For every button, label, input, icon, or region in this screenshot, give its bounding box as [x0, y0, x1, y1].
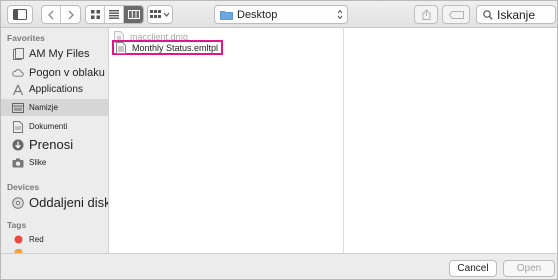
open-button[interactable]: Open	[503, 260, 555, 277]
cloud-icon	[12, 67, 24, 79]
share-button[interactable]	[414, 5, 438, 24]
sidebar-item-label: Dokumenti	[29, 122, 68, 131]
location-dropdown[interactable]: Desktop	[214, 5, 348, 24]
favorites-heading: Favorites	[7, 33, 45, 43]
search-placeholder: Iskanje	[497, 7, 536, 22]
red-tag-dot-icon	[12, 234, 24, 246]
downloads-icon	[12, 139, 24, 151]
list-view-button[interactable]	[105, 6, 124, 23]
sidebar-item-label: Red	[29, 235, 44, 244]
sidebar-item-label: Applications	[29, 84, 83, 95]
all-my-files-icon	[12, 47, 24, 60]
file-column-desktop: macclient.dmg Monthly Status.emltpl	[110, 28, 344, 253]
cancel-button[interactable]: Cancel	[449, 260, 497, 277]
view-mode-selector	[85, 5, 144, 24]
tag-icon	[448, 10, 464, 19]
sidebar-item-label: Oddaljeni disk	[29, 195, 109, 210]
sidebar-item-label: AM My Files	[29, 47, 90, 60]
applications-icon	[12, 84, 24, 96]
documents-icon	[12, 120, 24, 133]
back-button[interactable]	[42, 6, 61, 23]
sidebar: Favorites AM My Files Pogon v oblaku App…	[1, 28, 109, 253]
sidebar-item-all-my-files[interactable]: AM My Files	[1, 45, 108, 62]
sidebar-item-cloud-drive[interactable]: Pogon v oblaku	[1, 64, 108, 81]
sidebar-item-tag-red[interactable]: Red	[1, 231, 108, 248]
camera-icon	[12, 157, 24, 169]
chevron-left-icon	[48, 10, 54, 19]
share-icon	[422, 9, 430, 20]
email-template-file-icon	[116, 41, 126, 54]
arrange-button[interactable]	[147, 5, 173, 24]
tags-button[interactable]	[442, 5, 470, 24]
sidebar-item-downloads[interactable]: Prenosi	[1, 136, 108, 153]
sidebar-toggle-button[interactable]	[7, 5, 33, 24]
sidebar-item-label: Pogon v oblaku	[29, 66, 105, 79]
folder-icon	[220, 10, 233, 20]
grid-view-icon	[90, 10, 100, 19]
desktop-icon	[12, 102, 24, 114]
sidebar-item-label: Slike	[29, 158, 47, 167]
sidebar-item-label: Namizje	[29, 103, 58, 112]
sidebar-item-applications[interactable]: Applications	[1, 81, 108, 98]
file-item-monthly-status[interactable]: Monthly Status.emltpl	[112, 40, 224, 55]
file-column-empty	[345, 28, 557, 253]
sidebar-item-documents[interactable]: Dokumenti	[1, 118, 108, 135]
tags-heading: Tags	[7, 220, 27, 230]
history-nav	[41, 5, 81, 24]
arrange-grid-icon	[150, 10, 161, 18]
search-icon	[483, 9, 493, 20]
location-label: Desktop	[237, 8, 278, 21]
sidebar-icon	[13, 9, 27, 20]
open-file-dialog: Desktop Iskanje Favorites AM My Files Po…	[0, 0, 558, 280]
updown-chevron-icon	[337, 9, 343, 20]
column-view-icon	[127, 10, 140, 19]
list-view-icon	[109, 10, 119, 19]
sidebar-item-desktop[interactable]: Namizje	[1, 99, 108, 116]
icon-view-button[interactable]	[86, 6, 105, 23]
sidebar-item-pictures[interactable]: Slike	[1, 154, 108, 171]
remote-disc-icon	[12, 196, 24, 209]
forward-button[interactable]	[61, 6, 80, 23]
dialog-button-bar: Cancel Open	[1, 253, 557, 279]
devices-heading: Devices	[7, 182, 40, 192]
sidebar-item-label: Prenosi	[29, 137, 74, 152]
column-view-button[interactable]	[124, 6, 143, 23]
chevron-right-icon	[68, 10, 74, 19]
file-name: Monthly Status.emltpl	[132, 42, 219, 53]
search-field[interactable]: Iskanje	[476, 5, 556, 24]
sidebar-item-remote-disc[interactable]: Oddaljeni disk	[1, 194, 108, 211]
toolbar: Desktop Iskanje	[1, 1, 557, 28]
chevron-down-icon	[163, 12, 170, 17]
